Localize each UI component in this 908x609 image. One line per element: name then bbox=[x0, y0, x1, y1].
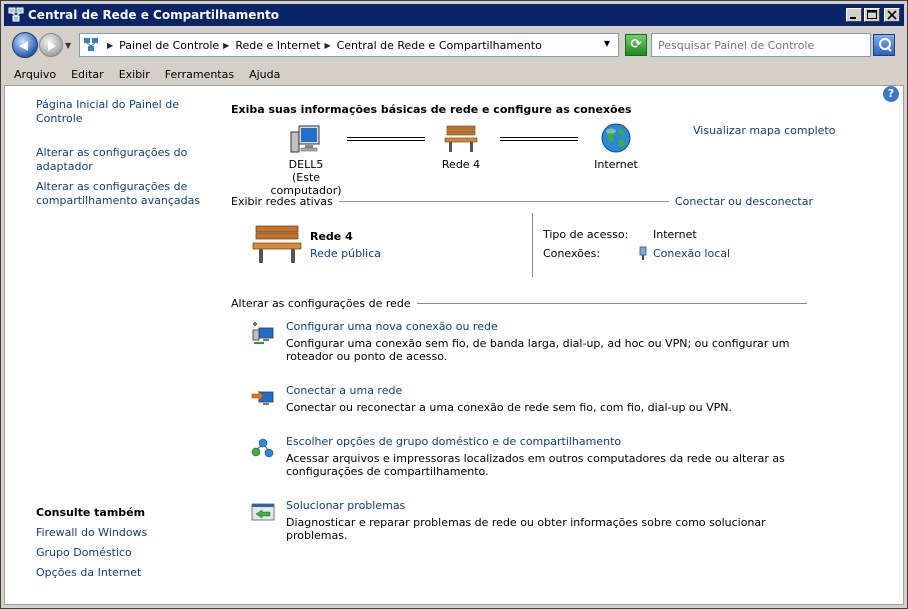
map-network: Rede 4 bbox=[430, 124, 492, 171]
menu-file[interactable]: Arquivo bbox=[14, 68, 56, 81]
navigation-bar: ▼ ▶ Painel de Controle ▶ Rede e Internet ▶… bbox=[4, 28, 904, 62]
task-new-connection: Configurar uma nova conexão ou rede Conf… bbox=[251, 320, 821, 364]
task-connect-network-link[interactable]: Conectar a uma rede bbox=[286, 384, 402, 397]
task-troubleshoot: Solucionar problemas Diagnosticar e repa… bbox=[251, 499, 821, 542]
address-bar[interactable]: ▶ Painel de Controle ▶ Rede e Internet ▶ Ce… bbox=[79, 33, 619, 57]
sidebar: Página Inicial do Painel de Controle Alt… bbox=[36, 98, 216, 208]
active-networks-header: Exibir redes ativas Conectar ou desconec… bbox=[231, 194, 813, 208]
menu-bar: Arquivo Editar Exibir Ferramentas Ajuda bbox=[4, 63, 904, 85]
task-homegroup-desc: Acessar arquivos e impressoras localizad… bbox=[286, 452, 785, 478]
breadcrumb-arrow-icon[interactable]: ▶ bbox=[107, 41, 113, 50]
task-new-connection-desc: Configurar uma conexão sem fio, de banda… bbox=[286, 337, 790, 363]
breadcrumb-control-panel[interactable]: Painel de Controle bbox=[119, 39, 219, 52]
sidebar-link-adapter[interactable]: Alterar as configurações do bbox=[36, 146, 216, 160]
map-network-name: Rede 4 bbox=[441, 158, 481, 171]
computer-icon bbox=[290, 125, 320, 153]
sidebar-link-sharing[interactable]: Alterar as configurações de bbox=[36, 180, 216, 194]
forward-button[interactable] bbox=[39, 33, 63, 57]
bench-icon bbox=[444, 125, 478, 152]
map-connector-line bbox=[500, 137, 578, 141]
active-networks-title: Exibir redes ativas bbox=[231, 194, 333, 208]
view-full-map-link[interactable]: Visualizar mapa completo bbox=[693, 124, 835, 137]
ethernet-icon bbox=[639, 246, 647, 260]
maximize-button[interactable] bbox=[864, 8, 880, 22]
new-connection-icon bbox=[252, 322, 274, 344]
divider bbox=[416, 302, 807, 304]
access-type-value: Internet bbox=[653, 228, 697, 241]
homegroup-icon bbox=[251, 438, 274, 458]
task-connect-network-desc: Conectar ou reconectar a uma conexão de … bbox=[286, 401, 732, 414]
local-connection-link[interactable]: Conexão local bbox=[653, 247, 730, 260]
vertical-divider bbox=[532, 213, 533, 277]
see-also-title: Consulte também bbox=[36, 506, 146, 519]
globe-icon bbox=[601, 123, 631, 153]
connect-disconnect-link[interactable]: Conectar ou desconectar bbox=[675, 195, 813, 208]
network-center-icon bbox=[8, 7, 24, 23]
see-also-internet-options[interactable]: Opções da Internet bbox=[36, 566, 147, 579]
search-button[interactable] bbox=[873, 34, 895, 56]
change-settings-header: Alterar as configurações de rede bbox=[231, 296, 813, 310]
map-computer: DELL5 (Este computador) bbox=[261, 124, 351, 197]
breadcrumb-arrow-icon[interactable]: ▶ bbox=[223, 41, 229, 50]
back-button[interactable] bbox=[12, 32, 38, 58]
map-computer-name: DELL5 bbox=[288, 158, 324, 171]
connect-network-icon bbox=[251, 390, 274, 405]
map-internet: Internet bbox=[585, 122, 647, 171]
control-panel-icon bbox=[83, 37, 99, 53]
menu-edit[interactable]: Editar bbox=[71, 68, 104, 81]
see-also-firewall[interactable]: Firewall do Windows bbox=[36, 526, 147, 539]
task-troubleshoot-link[interactable]: Solucionar problemas bbox=[286, 499, 405, 512]
address-dropdown-icon[interactable]: ▼ bbox=[604, 39, 610, 48]
window-title: Central de Rede e Compartilhamento bbox=[28, 8, 279, 22]
search-input[interactable] bbox=[651, 33, 871, 57]
window: Central de Rede e Compartilhamento ▼ ▶ Pa… bbox=[0, 0, 908, 609]
change-settings-title: Alterar as configurações de rede bbox=[231, 296, 411, 310]
breadcrumb-network-center[interactable]: Central de Rede e Compartilhamento bbox=[337, 39, 542, 52]
title-bar[interactable]: Central de Rede e Compartilhamento bbox=[4, 4, 904, 26]
task-troubleshoot-desc: Diagnosticar e reparar problemas de rede… bbox=[286, 516, 766, 542]
breadcrumb-network-internet[interactable]: Rede e Internet bbox=[235, 39, 320, 52]
sidebar-link-sharing-2[interactable]: compartilhamento avançadas bbox=[36, 194, 216, 208]
close-button[interactable] bbox=[884, 8, 900, 22]
breadcrumb-arrow-icon[interactable]: ▶ bbox=[324, 41, 330, 50]
divider bbox=[338, 200, 669, 202]
task-new-connection-link[interactable]: Configurar uma nova conexão ou rede bbox=[286, 320, 498, 333]
task-homegroup: Escolher opções de grupo doméstico e de … bbox=[251, 435, 821, 479]
connections-label: Conexões: bbox=[543, 247, 601, 260]
map-connector-line bbox=[347, 137, 425, 141]
active-network-name: Rede 4 bbox=[310, 230, 353, 243]
access-type-label: Tipo de acesso: bbox=[543, 228, 629, 241]
menu-view[interactable]: Exibir bbox=[119, 68, 150, 81]
task-homegroup-link[interactable]: Escolher opções de grupo doméstico e de … bbox=[286, 435, 621, 448]
map-internet-name: Internet bbox=[594, 158, 638, 171]
content-pane: ? Página Inicial do Painel de Controle A… bbox=[4, 85, 904, 605]
see-also-homegroup[interactable]: Grupo Doméstico bbox=[36, 546, 147, 559]
minimize-button[interactable] bbox=[846, 8, 862, 22]
refresh-button[interactable]: ⟳ bbox=[625, 34, 647, 56]
see-also: Consulte também Firewall do Windows Grup… bbox=[36, 506, 147, 586]
bench-icon bbox=[252, 225, 302, 263]
network-type-link[interactable]: Rede pública bbox=[310, 247, 381, 260]
sidebar-link-home[interactable]: Página Inicial do Painel de Controle bbox=[36, 98, 216, 126]
help-icon[interactable]: ? bbox=[883, 86, 899, 102]
sidebar-link-adapter-2[interactable]: adaptador bbox=[36, 160, 216, 174]
page-title: Exiba suas informações básicas de rede e… bbox=[231, 103, 632, 116]
menu-help[interactable]: Ajuda bbox=[249, 68, 280, 81]
task-connect-network: Conectar a uma rede Conectar ou reconect… bbox=[251, 384, 821, 418]
menu-tools[interactable]: Ferramentas bbox=[165, 68, 234, 81]
recent-pages-dropdown[interactable]: ▼ bbox=[65, 41, 75, 50]
troubleshoot-icon bbox=[251, 503, 275, 521]
